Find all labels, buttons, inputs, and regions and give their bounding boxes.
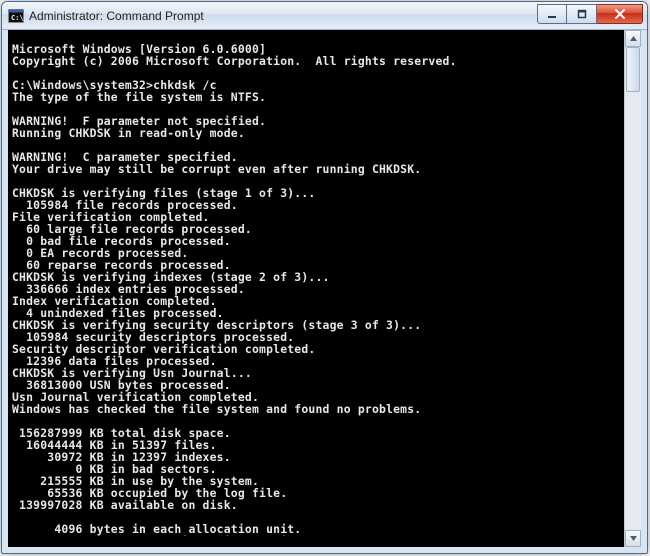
scroll-down-button[interactable] (625, 530, 641, 547)
titlebar[interactable]: C:\ Administrator: Command Prompt (2, 2, 647, 30)
minimize-button[interactable] (537, 4, 567, 24)
window-controls (537, 4, 643, 24)
maximize-icon (577, 9, 587, 19)
close-icon (614, 9, 626, 19)
vertical-scrollbar[interactable] (624, 30, 641, 547)
minimize-icon (547, 9, 557, 19)
svg-text:C:\: C:\ (11, 14, 24, 22)
terminal-output[interactable]: Microsoft Windows [Version 6.0.6000] Cop… (8, 41, 624, 535)
scroll-thumb[interactable] (626, 47, 640, 92)
scroll-track[interactable] (625, 47, 641, 530)
arrow-up-icon (629, 34, 638, 43)
maximize-button[interactable] (567, 4, 597, 24)
client-area: Microsoft Windows [Version 6.0.6000] Cop… (8, 30, 641, 547)
close-button[interactable] (597, 4, 643, 24)
cmd-icon: C:\ (8, 8, 24, 24)
scroll-up-button[interactable] (625, 30, 641, 47)
app-window: C:\ Administrator: Command Prompt (1, 1, 648, 554)
arrow-down-icon (629, 534, 638, 543)
window-title: Administrator: Command Prompt (29, 9, 537, 23)
